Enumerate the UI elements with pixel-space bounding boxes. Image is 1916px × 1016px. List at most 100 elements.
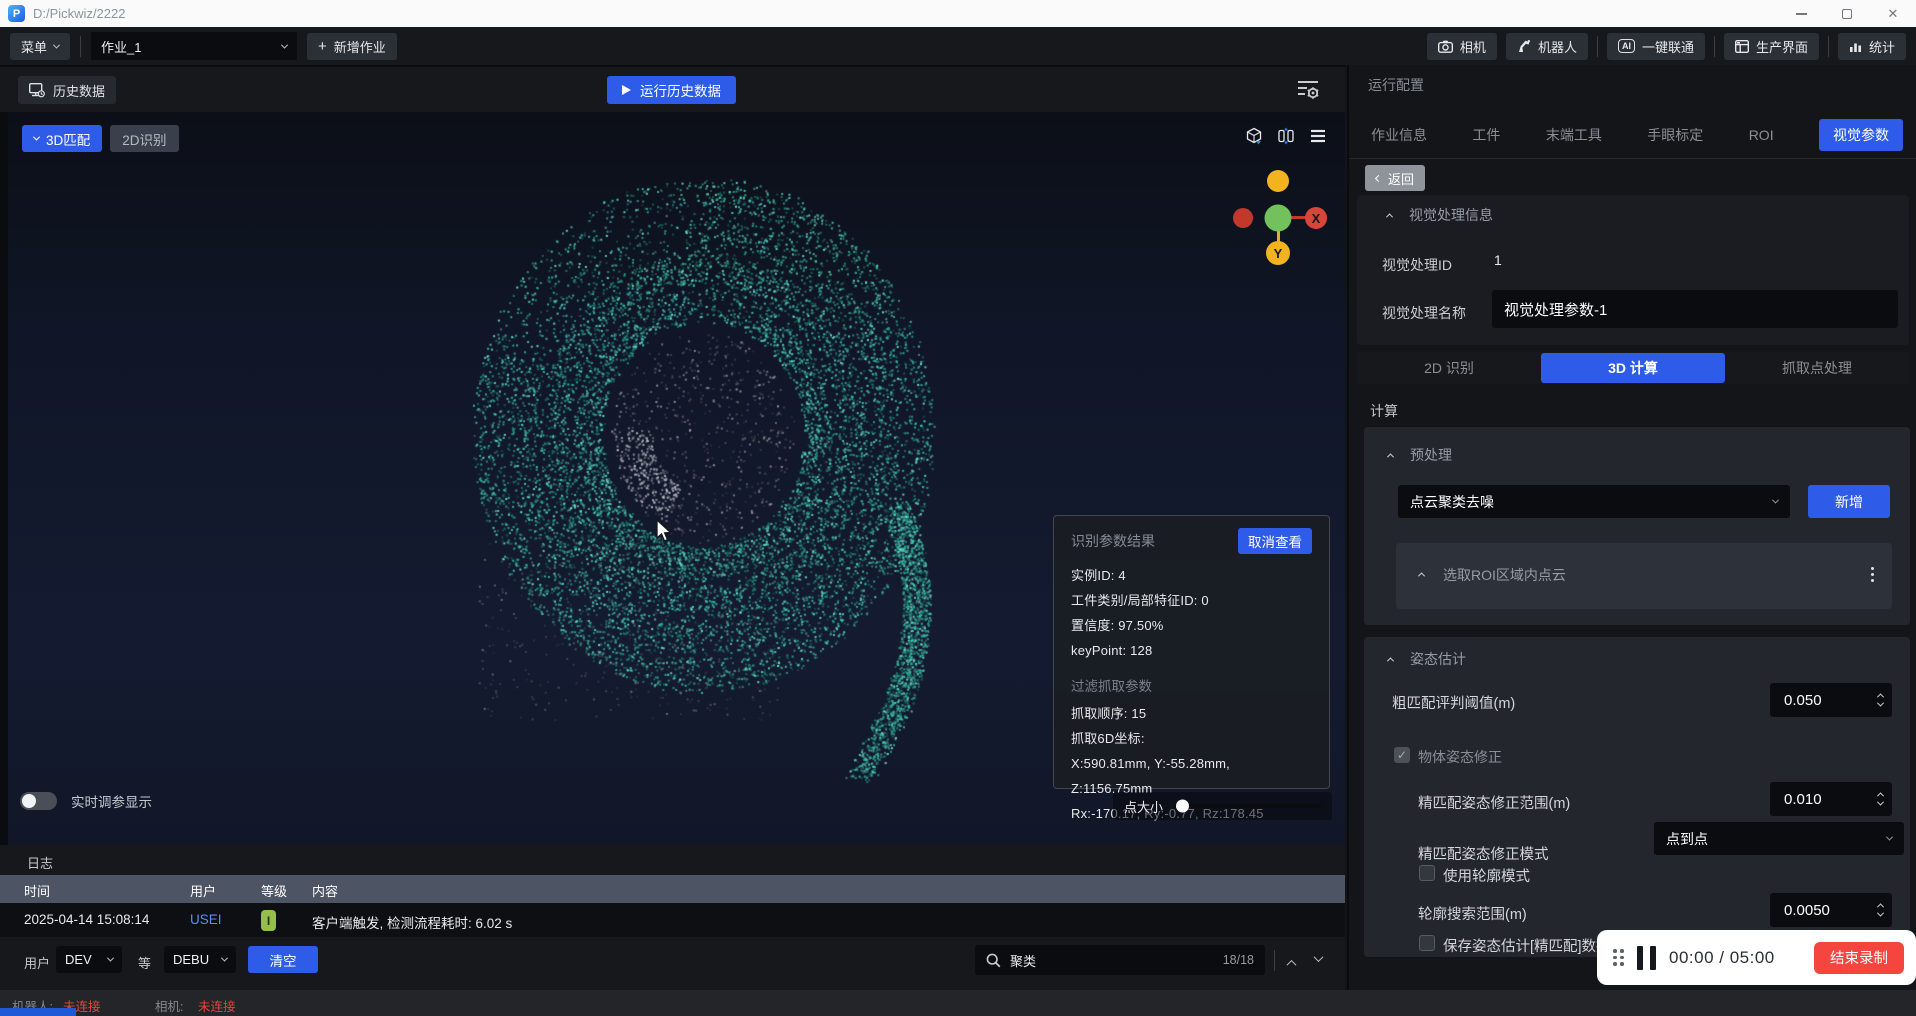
tab-roi[interactable]: ROI (1749, 127, 1774, 143)
history-data-button[interactable]: 历史数据 (18, 76, 116, 104)
coarse-threshold-value: 0.050 (1784, 692, 1822, 709)
user-filter-select[interactable]: DEV (56, 946, 122, 973)
vision-name-input[interactable] (1492, 290, 1898, 328)
gizmo-x-handle[interactable]: X (1305, 207, 1327, 229)
camera-label: 相机 (1460, 37, 1486, 56)
tab-3d-match[interactable]: 3D匹配 (22, 125, 102, 152)
collapse-caret-icon[interactable] (1386, 213, 1393, 220)
contour-mode-checkbox[interactable] (1419, 865, 1435, 881)
realtime-tuning-toggle[interactable] (20, 792, 57, 810)
pose-correction-checkbox[interactable]: ✓ (1394, 747, 1410, 763)
chevron-down-icon (53, 41, 60, 48)
add-preprocess-button[interactable]: 新增 (1808, 485, 1890, 518)
save-pose-data-checkbox[interactable] (1419, 935, 1435, 951)
coarse-threshold-label: 粗匹配评判阈值(m) (1392, 692, 1515, 713)
maximize-button[interactable] (1824, 0, 1870, 27)
spin-down-icon[interactable] (1877, 910, 1884, 917)
back-button[interactable]: 返回 (1365, 165, 1425, 191)
tab-hand-eye-calib[interactable]: 手眼标定 (1647, 125, 1703, 145)
pose-estimation-card: 姿态估计 粗匹配评判阈值(m) 0.050 ✓ 物体姿态修正 精匹配姿态修正范围… (1364, 637, 1910, 957)
split-view-button[interactable] (1272, 122, 1299, 149)
gizmo-y-handle[interactable]: Y (1266, 241, 1290, 265)
run-history-button[interactable]: 运行历史数据 (607, 76, 736, 104)
result-row: 工件类别/局部特征ID: 0 (1071, 588, 1312, 613)
menu-button[interactable]: 菜单 (10, 33, 70, 60)
chevron-left-icon (1375, 174, 1382, 181)
stats-button[interactable]: 统计 (1838, 33, 1906, 60)
tab-job-info[interactable]: 作业信息 (1371, 125, 1427, 145)
level-filter-select[interactable]: DEBU (164, 946, 236, 973)
stats-label: 统计 (1869, 37, 1895, 56)
production-button[interactable]: 生产界面 (1724, 33, 1819, 60)
viewport-3d[interactable]: 3D匹配 2D识别 X Y (0, 112, 1345, 845)
log-col-time: 时间 (24, 881, 50, 900)
tab-3d-match-label: 3D匹配 (46, 129, 90, 149)
collapse-caret-icon[interactable] (1387, 657, 1394, 664)
coarse-threshold-spinner[interactable]: 0.050 (1770, 683, 1892, 717)
gizmo-top-handle[interactable] (1267, 170, 1289, 192)
tab-grasp-point[interactable]: 抓取点处理 (1725, 358, 1909, 378)
collapse-caret-icon[interactable] (1387, 453, 1394, 460)
tab-2d-recog-label: 2D识别 (122, 129, 166, 149)
point-size-slider[interactable] (1174, 804, 1321, 808)
stop-recording-button[interactable]: 结束录制 (1814, 942, 1904, 974)
collapse-caret-icon[interactable] (1418, 572, 1425, 579)
ai-connect-label: 一键联通 (1642, 37, 1694, 56)
plus-icon: + (318, 39, 327, 54)
gizmo-left-handle[interactable] (1233, 208, 1253, 228)
result-row: 抓取顺序: 15 (1071, 701, 1312, 726)
tab-2d-recognition[interactable]: 2D 识别 (1357, 358, 1541, 378)
tab-workpiece[interactable]: 工件 (1472, 125, 1500, 145)
display-settings-button[interactable] (1295, 78, 1321, 102)
tab-end-tool[interactable]: 末端工具 (1546, 125, 1602, 145)
ai-connect-button[interactable]: AI 一键联通 (1607, 33, 1705, 60)
pause-button[interactable] (1637, 946, 1656, 970)
window-title: D:/Pickwiz/2222 (33, 6, 125, 21)
log-search-input[interactable] (1010, 953, 1214, 968)
chevron-down-icon (33, 134, 40, 141)
camera-button[interactable]: 相机 (1427, 33, 1497, 60)
history-data-icon (29, 83, 45, 98)
divider (80, 36, 81, 57)
preprocess-dropdown[interactable]: 点云聚类去噪 (1398, 485, 1790, 518)
drag-handle[interactable] (1613, 949, 1624, 966)
gizmo-center-handle[interactable] (1265, 205, 1292, 232)
mouse-cursor-icon (656, 519, 673, 543)
contour-range-spinner[interactable]: 0.0050 (1770, 893, 1892, 927)
contour-range-label: 轮廓搜索范围(m) (1418, 903, 1527, 924)
minimize-button[interactable] (1778, 0, 1824, 27)
kebab-menu-button[interactable] (1871, 567, 1874, 582)
search-match-count: 18/18 (1223, 953, 1254, 967)
divider (1597, 36, 1598, 57)
cancel-view-button[interactable]: 取消查看 (1238, 528, 1312, 554)
log-table-row[interactable]: 2025-04-14 15:08:14 USEI I 客户端触发, 检测流程耗时… (0, 903, 1345, 937)
tab-3d-compute[interactable]: 3D 计算 (1541, 353, 1725, 383)
view-cube-icon (1245, 127, 1263, 145)
tab-2d-recog[interactable]: 2D识别 (110, 125, 178, 152)
slider-knob[interactable] (1176, 800, 1189, 813)
divider (1828, 36, 1829, 57)
job-select[interactable]: 作业_1 (91, 32, 297, 60)
tab-vision-params[interactable]: 视觉参数 (1819, 119, 1903, 151)
clear-log-button[interactable]: 清空 (248, 946, 318, 973)
robot-button[interactable]: 机器人 (1506, 33, 1588, 60)
chevron-down-icon (107, 955, 114, 962)
camera-icon (1438, 40, 1453, 53)
view-menu-button[interactable] (1304, 122, 1331, 149)
log-col-level: 等级 (261, 881, 287, 900)
spin-down-icon[interactable] (1877, 799, 1884, 806)
add-job-button[interactable]: + 新增作业 (307, 33, 397, 60)
taskbar-peek (0, 1008, 76, 1016)
result-row: 置信度: 97.50% (1071, 613, 1312, 638)
next-match-button[interactable] (1314, 952, 1324, 962)
fine-range-label: 精匹配姿态修正范围(m) (1418, 792, 1570, 813)
fine-mode-dropdown[interactable]: 点到点 (1654, 822, 1904, 855)
vision-id-label: 视觉处理ID (1382, 255, 1452, 275)
view-cube-button[interactable] (1240, 122, 1267, 149)
back-button-label: 返回 (1388, 169, 1414, 188)
level-filter-value: DEBU (173, 952, 209, 967)
spin-down-icon[interactable] (1877, 700, 1884, 707)
prev-match-button[interactable] (1287, 960, 1297, 970)
fine-range-spinner[interactable]: 0.010 (1770, 782, 1892, 816)
close-button[interactable]: ✕ (1870, 0, 1916, 27)
